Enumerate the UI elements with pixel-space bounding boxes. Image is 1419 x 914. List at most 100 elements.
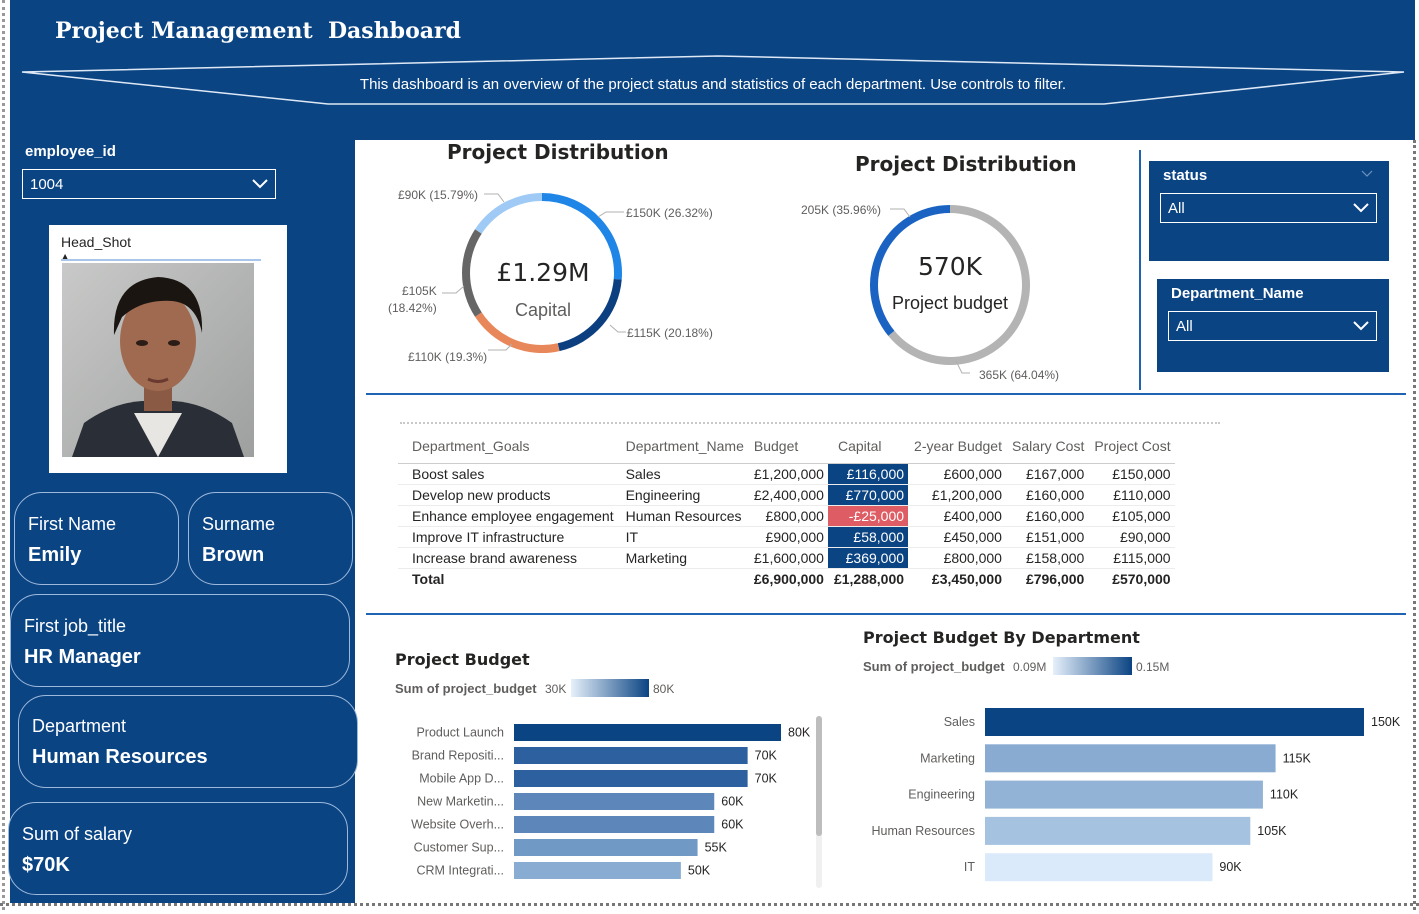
two-year-budget-cell: £800,000 [908,547,1006,569]
budget-by-dept-legend-label: Sum of project_budget [863,659,1005,674]
total-cell: £3,450,000 [908,567,1006,590]
col-department-name[interactable]: Department_Name [617,433,748,464]
col-project-cost[interactable]: Project Cost [1088,433,1175,464]
table-row[interactable]: Boost sales Sales £1,200,000 £116,000 £600,0… [398,463,1175,485]
capital-cell: £116,000 [827,463,909,485]
table-row[interactable]: Improve IT infrastructure IT £900,000 £58,0… [398,526,1175,548]
budget-by-dept-legend-min: 0.09M [1013,660,1047,674]
bar-value-label: 110K [1270,788,1299,802]
department-dropdown[interactable]: All [1168,311,1377,341]
bar-value-label: 60K [721,818,744,832]
department-cell: Sales [617,463,748,485]
budget-cell: £900,000 [747,526,828,548]
project-cost-cell: £110,000 [1088,484,1175,506]
bar-category-label: Customer Sup... [414,841,504,855]
budget-cell: £1,200,000 [747,463,828,485]
col-budget[interactable]: Budget [747,433,828,464]
bar[interactable] [514,793,715,810]
headshot-divider [61,259,261,261]
salary-cost-cell: £160,000 [1005,505,1089,527]
first-name-card [14,492,179,585]
bar-category-label: Engineering [908,788,975,802]
table-row[interactable]: Develop new products Engineering £2,400,00… [398,484,1175,506]
bar-category-label: Website Overh... [411,818,504,832]
bar[interactable] [985,708,1364,736]
bar-value-label: 50K [688,864,711,878]
col-2year-budget[interactable]: 2-year Budget [908,433,1006,464]
bar[interactable] [514,862,681,879]
project-cost-cell: £105,000 [1088,505,1175,527]
bar[interactable] [985,744,1276,773]
bar-value-label: 105K [1257,824,1287,838]
budget-slice-rest[interactable] [888,205,1030,365]
capital-cell: £58,000 [827,526,909,548]
salary-cost-cell: £151,000 [1005,526,1089,548]
project-budget-legend-max: 80K [653,682,675,696]
budget-center-value: 570K [917,252,983,281]
bar-value-label: 115K [1283,751,1312,765]
employee-id-value: 1004 [30,176,64,193]
surname-label: Surname [202,514,276,534]
chevron-down-icon [252,179,268,189]
total-cell [617,567,748,590]
department-goals-table[interactable]: Department_Goals Department_Name Budget … [398,433,1175,590]
table-row[interactable]: Increase brand awareness Marketing £1,600,… [398,547,1175,569]
budget-by-dept-title: Project Budget By Department [863,628,1140,647]
first-name-value: Emily [28,544,82,566]
table-row[interactable]: Enhance employee engagement Human Resourc… [398,505,1175,527]
surname-value: Brown [202,544,265,566]
budget-by-dept-legend-max: 0.15M [1136,660,1170,674]
table-total-row: Total £6,900,000 £1,288,000 £3,450,000 £796,… [398,567,1175,590]
bar-value-label: 55K [705,841,728,855]
total-cell: £1,288,000 [827,567,909,590]
table-header-row: Department_Goals Department_Name Budget … [398,433,1175,464]
budget-slice-label: 205K (35.96%) [801,203,882,217]
project-budget-legend-min: 30K [545,682,567,696]
capital-cell: £770,000 [827,484,909,506]
two-year-budget-cell: £1,200,000 [908,484,1006,506]
bar-category-label: CRM Integrati... [416,864,504,878]
budget-center-label: Project budget [891,293,1009,313]
employee-id-dropdown[interactable]: 1004 [22,169,276,199]
bar[interactable] [514,724,781,741]
bar[interactable] [985,780,1263,809]
section-divider [366,393,1406,395]
page-title: Project Management Dashboard [55,18,461,44]
total-cell: £570,000 [1088,567,1175,590]
bar[interactable] [514,816,715,833]
capital-slice-90k[interactable] [475,193,542,234]
scrollbar-thumb[interactable] [816,716,822,836]
bar-category-label: Sales [944,715,975,729]
department-slicer-label: Department_Name [1171,285,1304,302]
status-dropdown[interactable]: All [1160,193,1377,223]
bar-category-label: Brand Repositi... [412,749,504,763]
project-cost-cell: £115,000 [1088,547,1175,569]
bar[interactable] [985,853,1213,882]
employee-portrait [62,263,254,457]
salary-cost-cell: £167,000 [1005,463,1089,485]
budget-by-department-bar-chart[interactable]: Sales 150K Marketing 115K Engineering 110K Hum… [860,700,1412,890]
goal-cell: Enhance employee engagement [398,505,618,527]
project-cost-cell: £150,000 [1088,463,1175,485]
goal-cell: Improve IT infrastructure [398,526,618,548]
capital-center-value: £1.29M [496,258,590,287]
col-capital[interactable]: Capital [827,433,909,464]
col-salary-cost[interactable]: Salary Cost [1005,433,1089,464]
department-value: Human Resources [32,746,208,768]
total-label: Total [398,567,618,590]
capital-slice-label: £90K (15.79%) [398,188,479,202]
budget-cell: £800,000 [747,505,828,527]
bar[interactable] [514,770,748,787]
salary-value: $70K [22,854,70,876]
department-cell: Human Resources [617,505,748,527]
bar[interactable] [514,839,698,856]
total-cell: £796,000 [1005,567,1089,590]
chevron-down-icon[interactable] [1361,170,1373,178]
budget-donut-chart[interactable] [790,195,1130,385]
project-budget-legend-label: Sum of project_budget [395,681,537,696]
bar[interactable] [514,747,748,764]
capital-slice-105k[interactable] [462,229,482,317]
bar[interactable] [985,816,1251,845]
project-budget-bar-chart[interactable]: Product Launch 80K Brand Repositi... 70K Mob… [380,715,830,890]
col-department-goals[interactable]: Department_Goals [398,433,618,464]
